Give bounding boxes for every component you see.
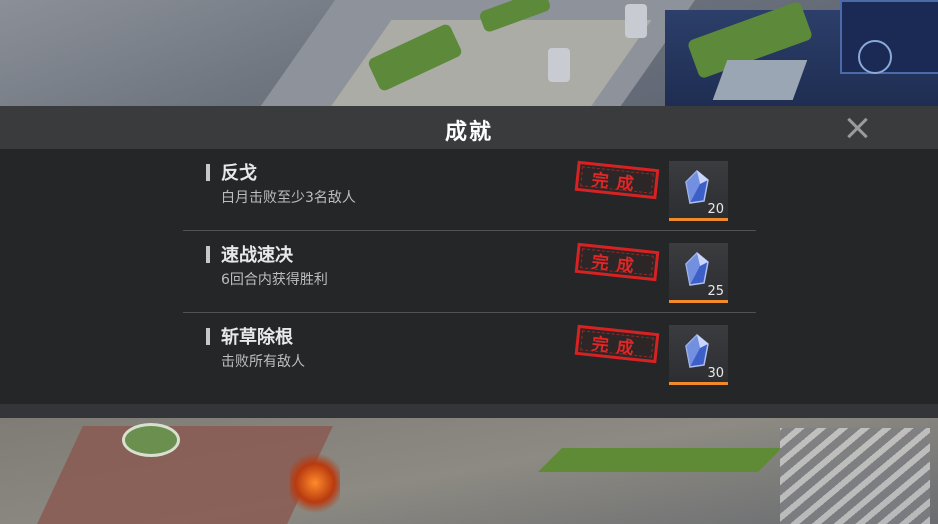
mech-unit: [625, 4, 647, 38]
completed-stamp: 完成: [574, 242, 660, 282]
close-icon[interactable]: [844, 115, 870, 141]
building-roof: [712, 60, 808, 100]
achievement-name: 斩草除根: [221, 327, 293, 348]
reward-count: 25: [707, 284, 724, 299]
completed-stamp: 完成: [574, 160, 660, 200]
blue-crystal-icon: [685, 334, 709, 368]
fire-effect: [290, 448, 340, 518]
achievements-panel: 成就 反戈 白月击败至少3名敌人 完成 20 速战速决 6回合内获得胜利 完成 …: [0, 106, 938, 418]
panel-title: 成就: [444, 120, 493, 145]
reward-item[interactable]: 20: [669, 161, 728, 221]
building-emblem-icon: [858, 40, 892, 74]
achievement-description: 6回合内获得胜利: [221, 272, 328, 288]
mech-unit: [548, 48, 570, 82]
map-top-area: [0, 0, 938, 110]
achievement-name: 反戈: [221, 163, 257, 184]
crosswalk: [780, 428, 930, 524]
reward-count: 30: [707, 366, 724, 381]
achievement-description: 击败所有敌人: [221, 354, 305, 370]
map-bottom-area: [0, 418, 938, 524]
achievement-list: 反戈 白月击败至少3名敌人 完成 20 速战速决 6回合内获得胜利 完成 25 …: [183, 149, 756, 394]
title-marker: [206, 246, 210, 263]
achievement-row: 速战速决 6回合内获得胜利 完成 25: [183, 231, 756, 313]
completed-stamp: 完成: [574, 324, 660, 364]
plaza: [37, 426, 333, 524]
title-marker: [206, 164, 210, 181]
title-marker: [206, 328, 210, 345]
achievement-name: 速战速决: [221, 245, 293, 266]
achievement-description: 白月击败至少3名敌人: [221, 190, 356, 206]
reward-item[interactable]: 25: [669, 243, 728, 303]
helipad: [122, 423, 180, 457]
blue-crystal-icon: [685, 252, 709, 286]
reward-item[interactable]: 30: [669, 325, 728, 385]
grass-strip: [538, 448, 782, 472]
panel-header: 成就: [0, 106, 938, 149]
achievement-row: 斩草除根 击败所有敌人 完成 30: [183, 313, 756, 394]
blue-crystal-icon: [685, 170, 709, 204]
reward-count: 20: [707, 202, 724, 217]
achievement-row: 反戈 白月击败至少3名敌人 完成 20: [183, 149, 756, 231]
